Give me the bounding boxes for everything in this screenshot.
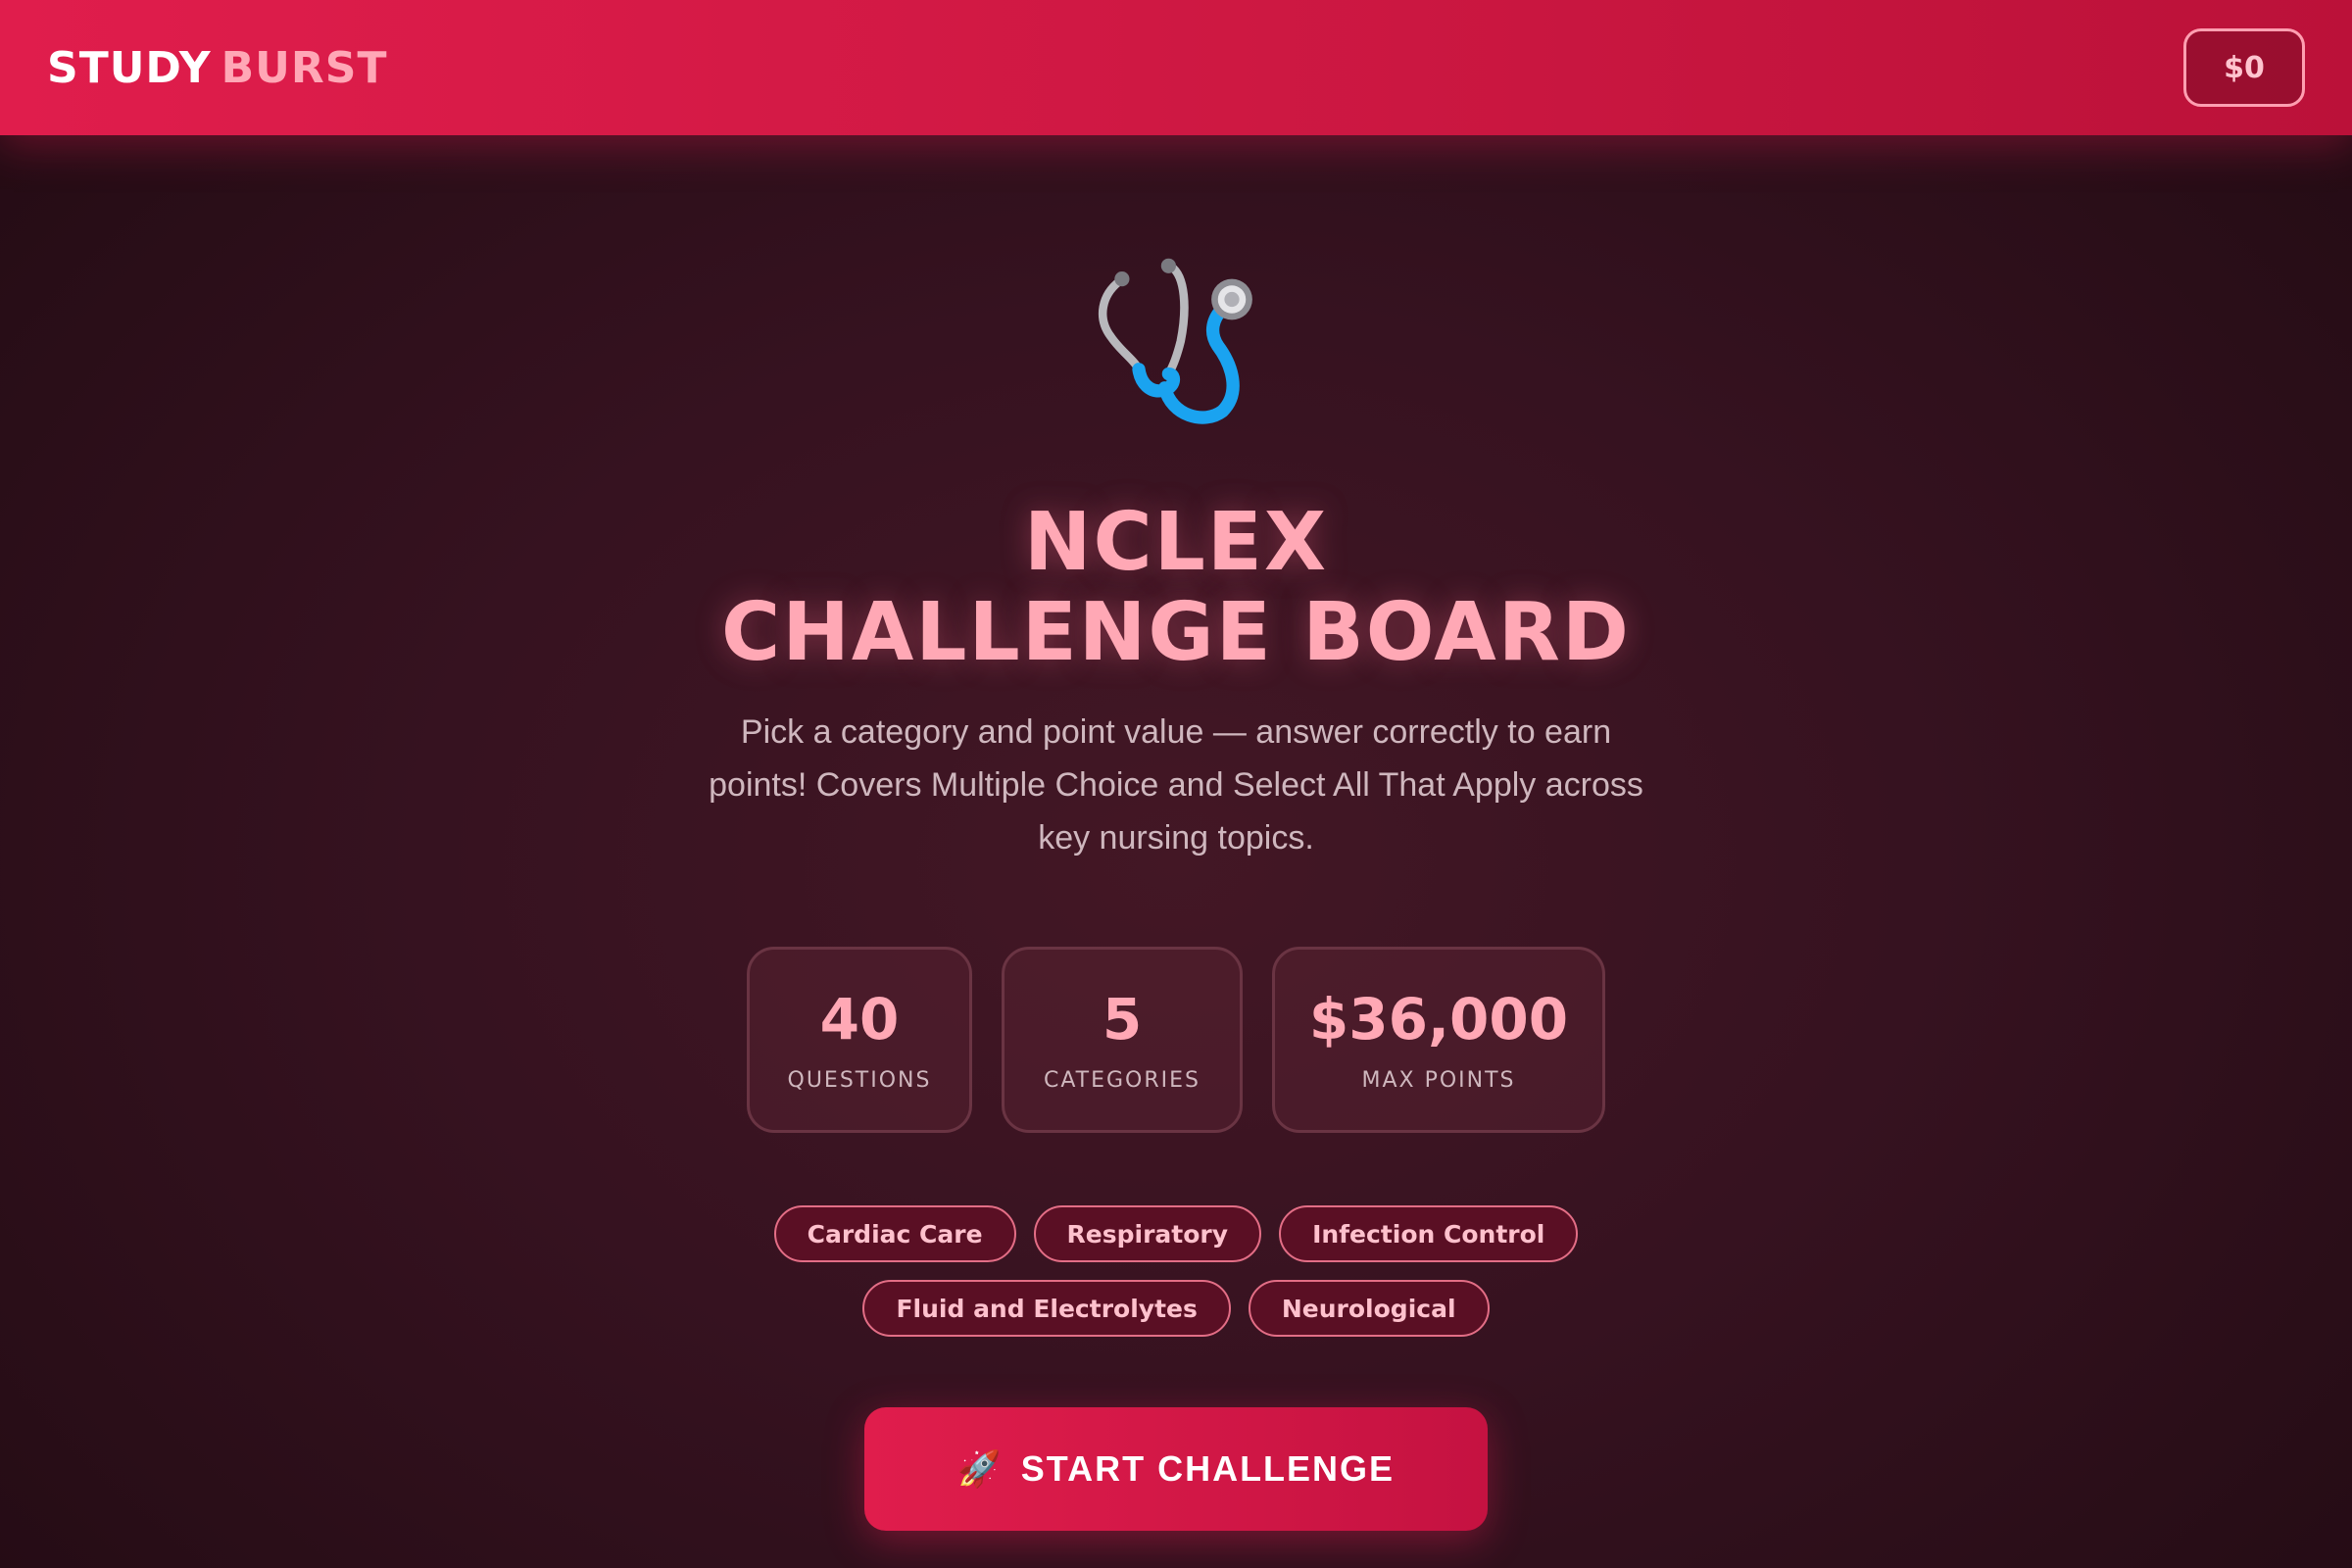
stat-label: MAX POINTS bbox=[1361, 1067, 1516, 1093]
rocket-icon: 🚀 bbox=[956, 1448, 1004, 1489]
stats-row: 40 QUESTIONS 5 CATEGORIES $36,000 MAX PO… bbox=[0, 947, 2352, 1133]
brand-word-burst: BURST bbox=[220, 42, 388, 93]
brand-logo[interactable]: STUDY BURST bbox=[47, 43, 387, 93]
score-badge: $0 bbox=[2183, 28, 2305, 107]
top-bar: STUDY BURST $0 bbox=[0, 0, 2352, 135]
stat-card-max-points: $36,000 MAX POINTS bbox=[1272, 947, 1605, 1133]
category-tag-infection-control[interactable]: Infection Control bbox=[1279, 1205, 1579, 1262]
stat-value: $36,000 bbox=[1308, 985, 1569, 1053]
stethoscope-icon bbox=[0, 253, 2352, 429]
category-tag-cardiac-care[interactable]: Cardiac Care bbox=[773, 1205, 1016, 1262]
stat-value: 40 bbox=[819, 985, 900, 1053]
category-tag-fluid-electrolytes[interactable]: Fluid and Electrolytes bbox=[862, 1280, 1231, 1337]
stat-card-questions: 40 QUESTIONS bbox=[747, 947, 972, 1133]
stat-card-categories: 5 CATEGORIES bbox=[1002, 947, 1243, 1133]
hero-section: NCLEX CHALLENGE BOARD Pick a category an… bbox=[0, 135, 2352, 1531]
brand-word-study: STUDY bbox=[47, 42, 212, 93]
start-challenge-label: START CHALLENGE bbox=[1020, 1448, 1396, 1489]
title-line-1: NCLEX bbox=[1023, 496, 1329, 589]
stat-label: CATEGORIES bbox=[1043, 1067, 1201, 1093]
page-title: NCLEX CHALLENGE BOARD bbox=[0, 498, 2352, 678]
category-tags: Cardiac Care Respiratory Infection Contr… bbox=[588, 1205, 1764, 1337]
description-text: Pick a category and point value — answer… bbox=[709, 713, 1643, 857]
title-line-2: CHALLENGE BOARD bbox=[721, 586, 1631, 679]
stat-value: 5 bbox=[1102, 985, 1143, 1053]
category-tag-neurological[interactable]: Neurological bbox=[1248, 1280, 1490, 1337]
start-challenge-button[interactable]: 🚀 START CHALLENGE bbox=[864, 1407, 1488, 1531]
category-tag-respiratory[interactable]: Respiratory bbox=[1033, 1205, 1262, 1262]
stat-label: QUESTIONS bbox=[787, 1067, 932, 1093]
